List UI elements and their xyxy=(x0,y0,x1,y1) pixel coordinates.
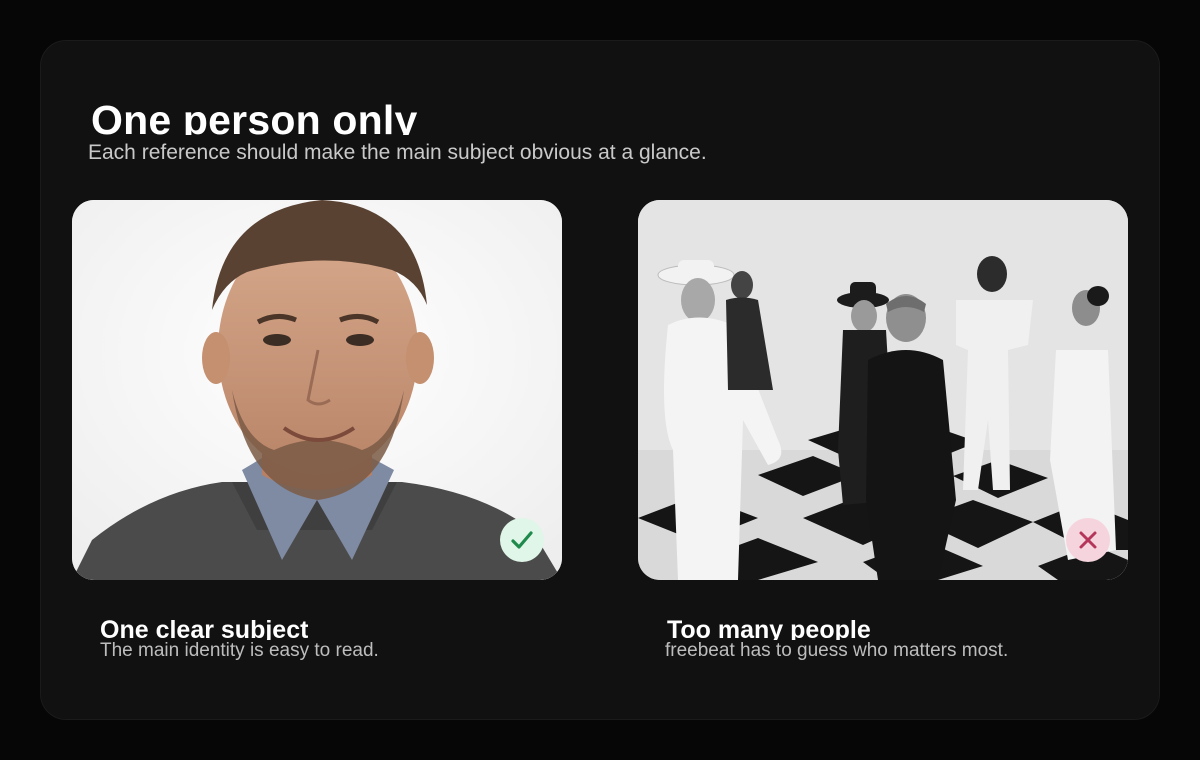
bad-example-description: freebeat has to guess who matters most. xyxy=(665,640,1009,661)
close-icon xyxy=(1079,531,1097,549)
bad-example-title: Too many people xyxy=(667,616,871,640)
bad-example-image xyxy=(638,200,1128,580)
page-title: One person only xyxy=(91,97,418,135)
rejected-badge xyxy=(1066,518,1110,562)
check-icon xyxy=(511,531,533,549)
good-example-title: One clear subject xyxy=(100,616,309,640)
good-example-description: The main identity is easy to read. xyxy=(100,640,379,661)
page-subtitle: Each reference should make the main subj… xyxy=(88,141,707,164)
good-example-image xyxy=(72,200,562,580)
approved-badge xyxy=(500,518,544,562)
guideline-card: One person only Each reference should ma… xyxy=(40,40,1160,720)
